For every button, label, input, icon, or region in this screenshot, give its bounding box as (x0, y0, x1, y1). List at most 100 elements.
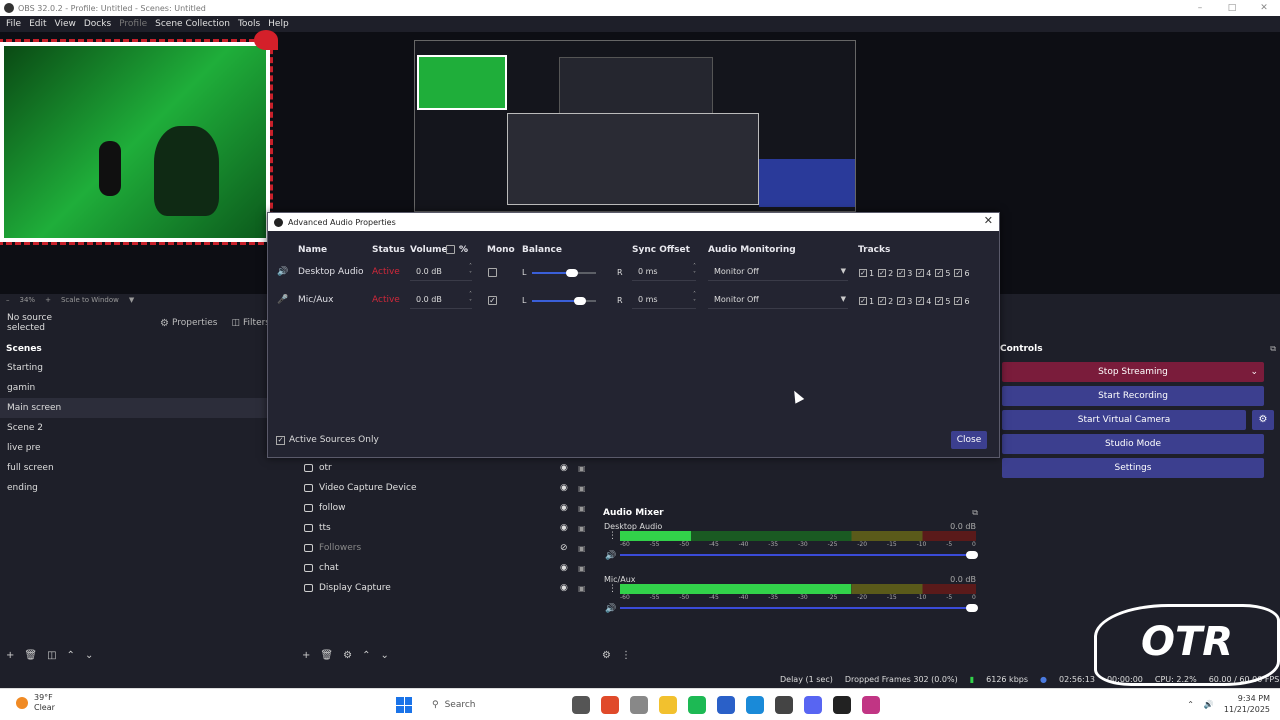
menu-file[interactable]: File (6, 19, 21, 29)
file-explorer-icon[interactable] (659, 696, 677, 714)
volume-fader[interactable] (620, 604, 978, 612)
scale-mode-select[interactable]: Scale to Window (61, 296, 119, 304)
track-checkbox[interactable]: ✓ 5 (935, 297, 950, 306)
checkbox[interactable]: ✓ (935, 269, 944, 277)
taskbar-search[interactable]: ⚲ Search (424, 695, 564, 715)
checkbox[interactable]: ✓ (916, 297, 925, 305)
zoom-in-icon[interactable]: + (45, 296, 51, 304)
minimize-icon[interactable]: – (1184, 0, 1216, 16)
track-checkbox[interactable]: ✓ 2 (878, 297, 893, 306)
start-recording-button[interactable]: Start Recording (1002, 386, 1264, 406)
source-row[interactable]: tts ◉ ▣ (298, 518, 594, 538)
volume-icon[interactable]: 🔊 (605, 551, 616, 561)
arrow-down-icon[interactable]: ⌄ (380, 650, 388, 661)
maximize-icon[interactable]: □ (1216, 0, 1248, 16)
popout-icon[interactable]: ⧉ (1270, 344, 1276, 354)
checkbox[interactable]: ✓ (859, 297, 867, 305)
start-virtual-camera-button[interactable]: Start Virtual Camera (1002, 410, 1246, 430)
close-button[interactable]: Close (951, 431, 987, 449)
menu-profile[interactable]: Profile (119, 19, 147, 29)
volume-icon[interactable]: 🔊 (605, 604, 616, 614)
lock-icon[interactable]: ▣ (578, 484, 586, 493)
gear-icon[interactable]: ⚙ (1252, 410, 1274, 430)
menu-edit[interactable]: Edit (29, 19, 46, 29)
track-checkbox[interactable]: ✓ 4 (916, 269, 931, 278)
lock-icon[interactable]: ▣ (578, 544, 586, 553)
eye-hidden-icon[interactable]: ⊘ (560, 543, 568, 553)
volume-fader[interactable] (620, 551, 978, 559)
studio-mode-button[interactable]: Studio Mode (1002, 434, 1264, 454)
menu-help[interactable]: Help (268, 19, 289, 29)
settings-button[interactable]: Settings (1002, 458, 1264, 478)
track-checkbox[interactable]: ✓ 6 (954, 269, 970, 278)
chevron-down-icon[interactable]: ▼ (841, 295, 846, 303)
checkbox[interactable]: ✓ (878, 269, 887, 277)
arrow-up-icon[interactable]: ⌃ (67, 650, 75, 661)
spin-arrows-icon[interactable]: ˄ ˅ (693, 263, 696, 279)
lock-icon[interactable]: ▣ (578, 564, 586, 573)
volume-percent-checkbox[interactable] (446, 245, 455, 254)
discord-icon[interactable] (804, 696, 822, 714)
track-checkbox[interactable]: ✓ 5 (935, 269, 950, 278)
lock-icon[interactable]: ▣ (578, 584, 586, 593)
chrome-icon[interactable] (601, 696, 619, 714)
track-checkbox[interactable]: ✓ 6 (954, 297, 970, 306)
track-checkbox[interactable]: ✓ 3 (897, 269, 912, 278)
store-icon[interactable] (717, 696, 735, 714)
windows-start-icon[interactable] (396, 697, 412, 713)
volume-icon[interactable]: 🔊 (1204, 700, 1214, 709)
eye-icon[interactable]: ◉ (560, 563, 568, 573)
scene-item[interactable]: full screen (0, 458, 294, 478)
edge-icon[interactable] (746, 696, 764, 714)
spin-arrows-icon[interactable]: ˄ ˅ (693, 291, 696, 307)
scene-item[interactable]: Starting (0, 358, 294, 378)
balance-slider[interactable] (532, 297, 596, 305)
more-icon[interactable]: ⋮ (608, 584, 617, 594)
capcut-icon[interactable] (775, 696, 793, 714)
track-checkbox[interactable]: ✓ 2 (878, 269, 893, 278)
menu-scene-collection[interactable]: Scene Collection (155, 19, 230, 29)
mono-checkbox[interactable] (488, 268, 497, 277)
checkbox[interactable]: ✓ (897, 269, 906, 277)
sync-offset-input[interactable]: 0 ms ˄ ˅ (632, 263, 696, 281)
lock-icon[interactable]: ▣ (578, 524, 586, 533)
active-sources-only-checkbox[interactable]: ✓ Active Sources Only (276, 435, 379, 445)
add-icon[interactable]: + (6, 650, 14, 661)
balance-knob[interactable] (566, 269, 579, 277)
eye-icon[interactable]: ◉ (560, 523, 568, 533)
trash-icon[interactable]: 🗑 (24, 650, 37, 661)
add-icon[interactable]: + (302, 650, 310, 661)
properties-button[interactable]: ⚙ Properties (160, 318, 217, 329)
more-icon[interactable]: ⋮ (621, 650, 631, 661)
chevron-down-icon[interactable]: ▼ (129, 296, 134, 304)
checkbox[interactable]: ✓ (878, 297, 887, 305)
fader-knob[interactable] (966, 604, 978, 612)
track-checkbox[interactable]: ✓ 1 (859, 297, 874, 306)
app-icon[interactable] (630, 696, 648, 714)
fader-knob[interactable] (966, 551, 978, 559)
scene-item[interactable]: Main screen (0, 398, 294, 418)
spin-arrows-icon[interactable]: ˄ ˅ (469, 291, 472, 307)
source-row[interactable]: Video Capture Device ◉ ▣ (298, 478, 594, 498)
lock-icon[interactable]: ▣ (578, 504, 586, 513)
checkbox[interactable]: ✓ (859, 269, 867, 277)
menu-docks[interactable]: Docks (84, 19, 111, 29)
eye-icon[interactable]: ◉ (560, 463, 568, 473)
menu-view[interactable]: View (55, 19, 76, 29)
checkbox[interactable]: ✓ (276, 435, 285, 445)
mono-checkbox[interactable]: ✓ (488, 296, 497, 305)
source-row[interactable]: otr ◉ ▣ (298, 458, 594, 478)
source-row[interactable]: Display Capture ◉ ▣ (298, 578, 594, 598)
spotify-icon[interactable] (688, 696, 706, 714)
spin-arrows-icon[interactable]: ˄ ˅ (469, 263, 472, 279)
sync-offset-input[interactable]: 0 ms ˄ ˅ (632, 291, 696, 309)
more-icon[interactable]: ⋮ (608, 531, 617, 541)
weather-widget[interactable]: 39°F Clear (16, 693, 55, 713)
checkbox[interactable]: ✓ (954, 269, 963, 277)
audio-monitoring-select[interactable]: Monitor Off ▼ (708, 293, 848, 309)
scene-item[interactable]: ending (0, 478, 294, 498)
checkbox[interactable]: ✓ (897, 297, 906, 305)
obs-taskbar-icon[interactable] (833, 696, 851, 714)
lock-icon[interactable]: ▣ (578, 464, 586, 473)
instagram-icon[interactable] (862, 696, 880, 714)
